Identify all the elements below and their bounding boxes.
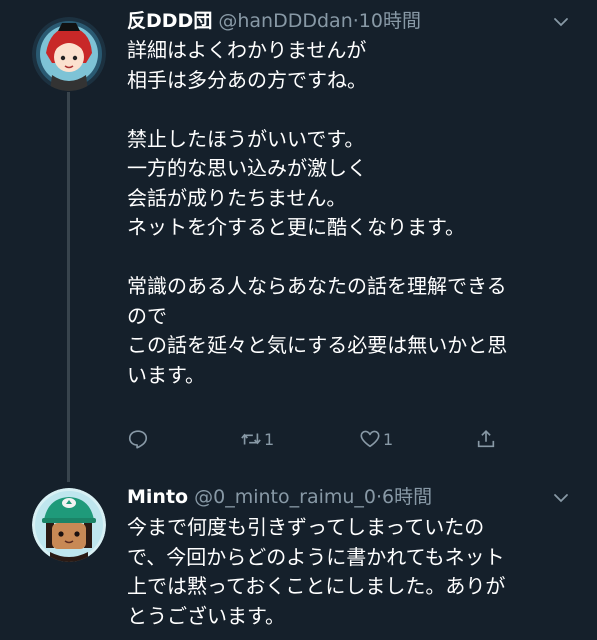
chevron-down-icon[interactable] [553,490,569,506]
tweet-body: 今まで何度も引きずってしまっていたの で、今回からどのように書かれてもネット 上… [127,515,506,628]
avatar[interactable] [32,488,106,562]
tweet-2[interactable]: Minto @0_minto_raimu_0·6時間 今まで何度も引きずってしま… [0,480,597,640]
share-button[interactable] [475,428,497,450]
tweet-header: Minto @0_minto_raimu_0·6時間 [127,485,432,509]
display-name[interactable]: Minto [127,486,188,508]
display-name[interactable]: 反DDD団 [127,10,212,32]
reply-icon [128,430,148,449]
thread-line [67,92,70,482]
tweet-body: 詳細はよくわかりませんが 相手は多分あの方ですね。 禁止したほうがいいです。 一… [127,38,508,387]
tweet-actions: 1 1 [127,428,507,456]
retweet-icon [241,433,261,445]
reply-button[interactable] [127,428,149,450]
chevron-down-icon[interactable] [553,14,569,30]
heart-icon [360,430,380,448]
retweet-button[interactable]: 1 [240,428,274,450]
like-button[interactable]: 1 [359,428,393,450]
avatar-image [32,17,106,91]
tweet-header: 反DDD団 @hanDDDdan·10時間 [127,9,421,33]
avatar-image [32,488,106,562]
retweet-count: 1 [264,429,275,449]
avatar[interactable] [32,17,106,91]
tweet-1[interactable]: 反DDD団 @hanDDDdan·10時間 詳細はよくわかりませんが 相手は多分… [0,0,597,482]
handle-time[interactable]: @0_minto_raimu_0·6時間 [194,486,432,508]
like-count: 1 [383,429,394,449]
handle-time[interactable]: @hanDDDdan·10時間 [218,10,421,32]
share-icon [477,430,495,448]
